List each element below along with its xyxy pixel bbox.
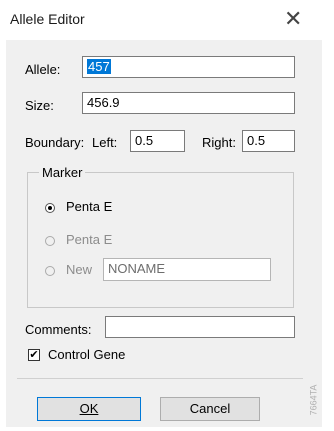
close-icon[interactable]: ✕ — [284, 8, 302, 30]
allele-value: 457 — [87, 59, 111, 74]
boundary-right-input[interactable]: 0.5 — [242, 130, 295, 152]
cancel-button-label: Cancel — [189, 401, 231, 416]
size-label: Size: — [25, 98, 54, 113]
cancel-button[interactable]: Cancel — [160, 397, 260, 421]
boundary-left-input[interactable]: 0.5 — [130, 130, 185, 152]
marker-option-penta-e-disabled-label: Penta E — [66, 232, 113, 247]
marker-option-penta-e-label: Penta E — [66, 199, 113, 214]
marker-legend: Marker — [39, 165, 86, 180]
comments-label: Comments: — [25, 322, 92, 337]
marker-radio-penta-e[interactable] — [45, 203, 55, 213]
radio-selected-dot — [48, 206, 52, 210]
footer-divider — [17, 378, 303, 379]
allele-input[interactable]: 457 — [82, 56, 295, 78]
marker-option-new-label: New — [66, 262, 93, 277]
marker-new-input: NONAME — [103, 258, 271, 281]
boundary-right-label: Right: — [202, 135, 236, 150]
allele-label: Allele: — [25, 62, 61, 77]
title-bar: Allele Editor ✕ — [0, 0, 334, 40]
window-title: Allele Editor — [10, 11, 85, 27]
size-input[interactable]: 456.9 — [82, 92, 295, 114]
control-gene-label: Control Gene — [48, 347, 126, 362]
ok-button-label: OK — [79, 401, 99, 416]
marker-radio-new — [45, 266, 55, 276]
boundary-label: Boundary: — [25, 135, 85, 150]
control-gene-checkbox[interactable]: ✔ — [28, 349, 40, 361]
ok-button[interactable]: OK — [37, 397, 141, 421]
comments-input[interactable] — [105, 316, 295, 338]
marker-radio-penta-e-disabled — [45, 236, 55, 246]
boundary-left-label: Left: — [92, 135, 118, 150]
figure-id-watermark: 7664TA — [308, 376, 329, 426]
figure-id-text: 7664TA — [308, 384, 319, 416]
